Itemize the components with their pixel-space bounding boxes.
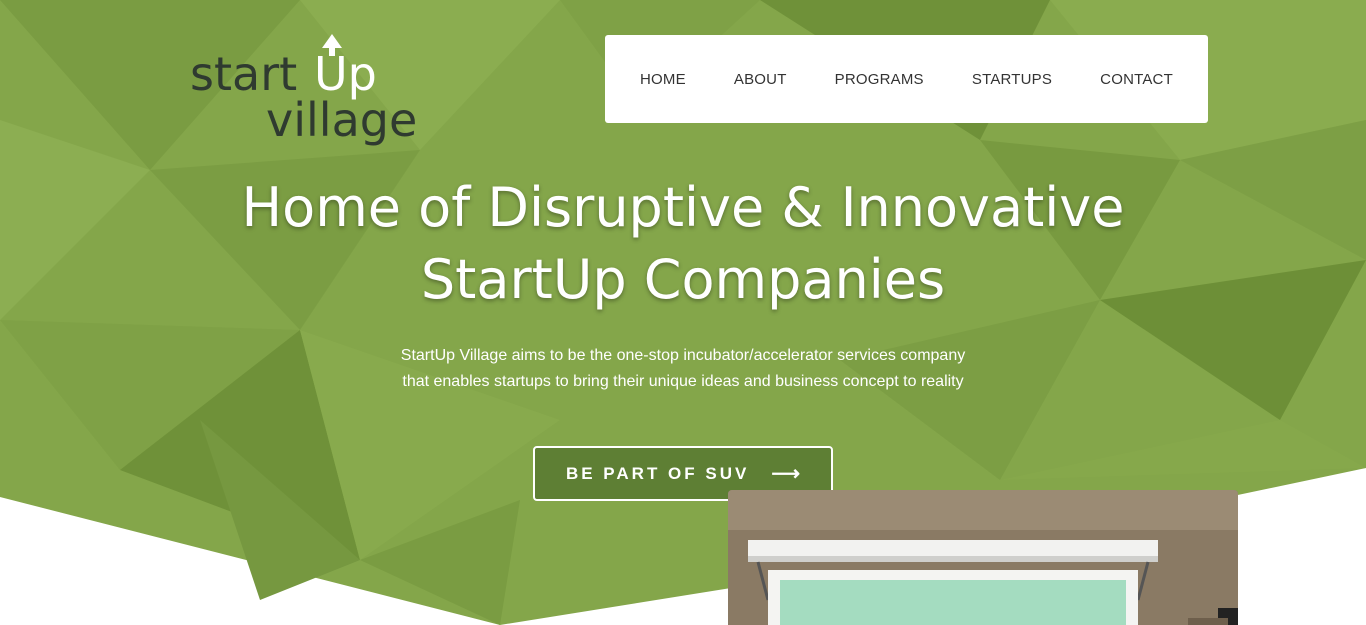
hero-headline-line-1: Home of Disruptive & Innovative: [241, 176, 1125, 239]
hero-subtext-line-2: that enables startups to bring their uni…: [402, 373, 964, 390]
main-nav: HOME ABOUT PROGRAMS STARTUPS CONTACT: [605, 35, 1208, 123]
hero-photo: [728, 490, 1238, 625]
hero-subtext: StartUp Village aims to be the one-stop …: [0, 343, 1366, 395]
page: start Up village HOME ABOUT PROGRAMS STA…: [0, 0, 1366, 625]
nav-item-about[interactable]: ABOUT: [734, 71, 787, 88]
nav-item-contact[interactable]: CONTACT: [1100, 71, 1173, 88]
nav-item-startups[interactable]: STARTUPS: [972, 71, 1052, 88]
startup-village-logo[interactable]: start Up village: [188, 32, 448, 147]
nav-item-home[interactable]: HOME: [640, 71, 686, 88]
logo-text-village: village: [266, 93, 417, 147]
hero-headline: Home of Disruptive & Innovative StartUp …: [0, 172, 1366, 316]
hero-subtext-line-1: StartUp Village aims to be the one-stop …: [400, 347, 966, 364]
cta-label: BE PART OF SUV: [565, 463, 750, 483]
hero-headline-line-2: StartUp Companies: [420, 248, 946, 311]
nav-item-programs[interactable]: PROGRAMS: [835, 71, 924, 88]
arrow-right-icon: ⟶: [771, 463, 801, 485]
